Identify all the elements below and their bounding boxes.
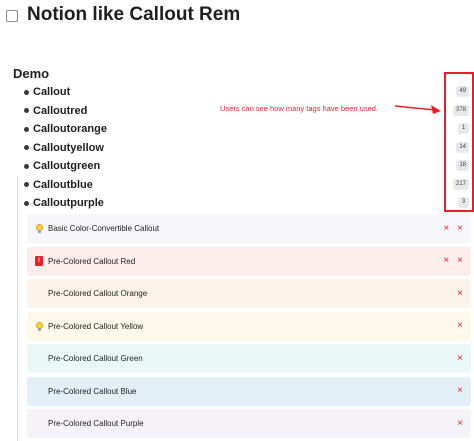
bullet-icon bbox=[24, 200, 29, 206]
remove-callout-icon[interactable]: × bbox=[457, 256, 463, 266]
title-row: Notion like Callout Rem bbox=[6, 4, 240, 26]
callout-text[interactable]: Pre-Colored Callout Red bbox=[48, 257, 135, 266]
count-highlight-box bbox=[444, 72, 474, 212]
remove-callout-icon[interactable]: × bbox=[457, 418, 463, 429]
remove-callout-icon[interactable]: × bbox=[457, 386, 463, 396]
callout-actions: × × bbox=[443, 256, 463, 266]
callout-block[interactable]: Pre-Colored Callout Purple × bbox=[27, 409, 471, 438]
tag-name[interactable]: Calloutred bbox=[33, 105, 87, 117]
remove-callout-icon[interactable]: × bbox=[443, 256, 449, 266]
lightbulb-icon[interactable] bbox=[33, 223, 45, 235]
bullet-icon bbox=[24, 182, 29, 188]
indent-guide bbox=[17, 176, 18, 441]
callout-block[interactable]: ! Pre-Colored Callout Red × × bbox=[27, 246, 471, 276]
tag-row[interactable]: Calloutyellow 14 bbox=[24, 139, 469, 158]
tag-name[interactable]: Callout bbox=[33, 86, 70, 98]
demo-heading[interactable]: Demo bbox=[13, 66, 49, 81]
tag-name[interactable]: Calloutyellow bbox=[33, 142, 104, 154]
callout-list: Basic Color-Convertible Callout × ×! Pre-Co… bbox=[27, 214, 471, 441]
tag-row[interactable]: Callout 49 bbox=[24, 83, 469, 102]
callout-actions: × bbox=[457, 386, 463, 396]
tag-list: Callout 49 Calloutred 378 Calloutorange 1 Call… bbox=[24, 83, 469, 213]
tag-row[interactable]: Calloutpurple 3 bbox=[24, 194, 469, 213]
annotation-arrow-icon bbox=[395, 105, 441, 114]
tag-name[interactable]: Calloutblue bbox=[33, 179, 93, 191]
callout-text[interactable]: Pre-Colored Callout Green bbox=[48, 354, 143, 363]
red-badge-icon[interactable]: ! bbox=[33, 255, 45, 267]
bullet-icon bbox=[24, 108, 29, 114]
callout-block[interactable]: Pre-Colored Callout Blue × bbox=[27, 376, 471, 406]
callout-text[interactable]: Pre-Colored Callout Orange bbox=[48, 289, 147, 298]
bullet-icon bbox=[24, 145, 29, 151]
tag-name[interactable]: Calloutgreen bbox=[33, 160, 100, 172]
tag-row[interactable]: Calloutorange 1 bbox=[24, 120, 469, 139]
bullet-icon bbox=[24, 163, 29, 169]
bullet-icon bbox=[24, 126, 29, 132]
callout-actions: × bbox=[457, 321, 463, 331]
remove-callout-icon[interactable]: × bbox=[457, 223, 463, 234]
callout-block[interactable]: Pre-Colored Callout Green × bbox=[27, 344, 471, 373]
lightbulb-icon[interactable] bbox=[33, 320, 45, 332]
tag-name[interactable]: Calloutorange bbox=[33, 123, 107, 135]
remove-callout-icon[interactable]: × bbox=[457, 353, 463, 364]
callout-text[interactable]: Pre-Colored Callout Purple bbox=[48, 419, 144, 428]
callout-block[interactable]: Pre-Colored Callout Orange × bbox=[27, 279, 471, 308]
callout-text[interactable]: Basic Color-Convertible Callout bbox=[48, 224, 159, 233]
callout-actions: × × bbox=[443, 223, 463, 234]
callout-actions: × bbox=[457, 418, 463, 429]
tag-name[interactable]: Calloutpurple bbox=[33, 197, 104, 209]
callout-actions: × bbox=[457, 353, 463, 364]
remove-callout-icon[interactable]: × bbox=[443, 223, 449, 234]
page-title[interactable]: Notion like Callout Rem bbox=[27, 4, 240, 26]
remove-callout-icon[interactable]: × bbox=[457, 288, 463, 299]
remove-callout-icon[interactable]: × bbox=[457, 321, 463, 331]
callout-text[interactable]: Pre-Colored Callout Blue bbox=[48, 387, 137, 396]
tag-row[interactable]: Calloutblue 217 bbox=[24, 176, 469, 195]
bullet-icon bbox=[24, 89, 29, 95]
callout-block[interactable]: Pre-Colored Callout Yellow × bbox=[27, 311, 471, 341]
tag-row[interactable]: Calloutgreen 18 bbox=[24, 157, 469, 176]
callout-actions: × bbox=[457, 288, 463, 299]
callout-text[interactable]: Pre-Colored Callout Yellow bbox=[48, 322, 143, 331]
annotation-text: Users can see how many tags have been us… bbox=[220, 104, 379, 113]
title-checkbox[interactable] bbox=[6, 10, 18, 22]
callout-block[interactable]: Basic Color-Convertible Callout × × bbox=[27, 214, 471, 243]
